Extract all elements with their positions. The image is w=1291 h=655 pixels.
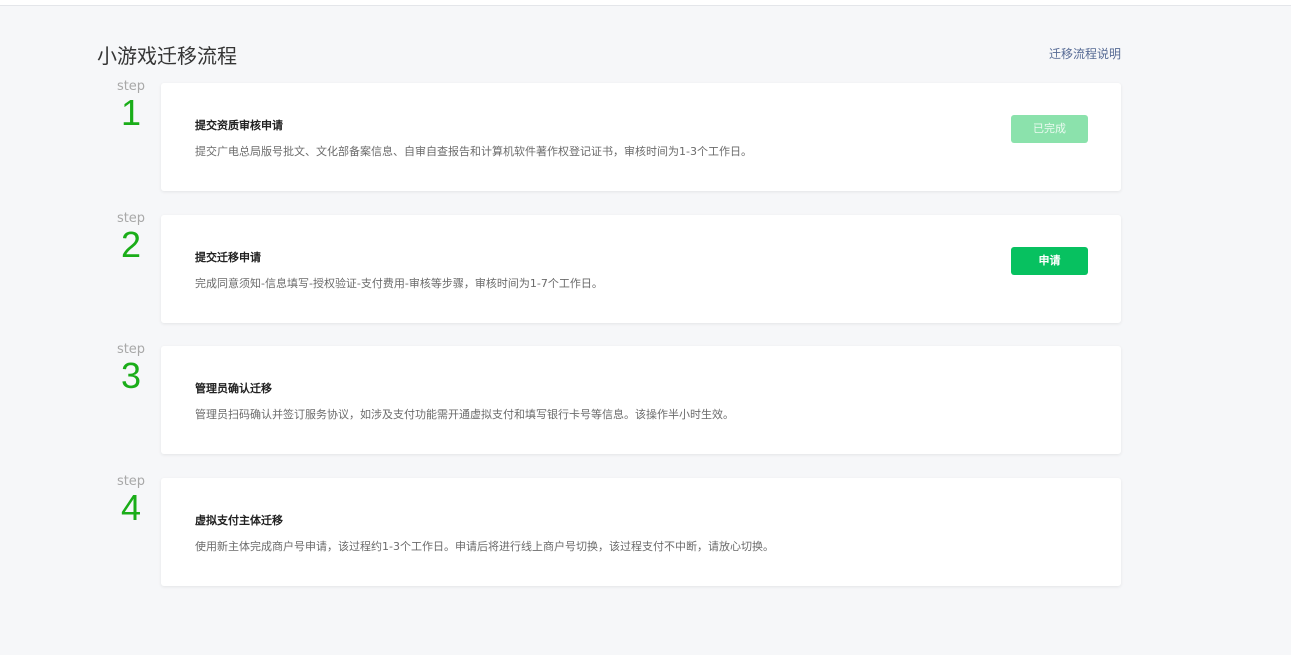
top-bar	[0, 0, 1291, 6]
step-card: 虚拟支付主体迁移 使用新主体完成商户号申请，该过程约1-3个工作日。申请后将进行…	[161, 478, 1121, 586]
page-title: 小游戏迁移流程	[97, 44, 237, 68]
completed-button[interactable]: 已完成	[1011, 115, 1088, 143]
step-number: 2	[120, 224, 142, 265]
step-title: 提交资质审核申请	[195, 119, 283, 132]
step-description: 管理员扫码确认并签订服务协议，如涉及支付功能需开通虚拟支付和填写银行卡号等信息。…	[195, 408, 734, 421]
step-number: 1	[120, 92, 142, 133]
step-card: 提交迁移申请 完成同意须知-信息填写-授权验证-支付费用-审核等步骤，审核时间为…	[161, 215, 1121, 323]
step-3: step 3 管理员确认迁移 管理员扫码确认并签订服务协议，如涉及支付功能需开通…	[100, 342, 1121, 454]
step-title: 管理员确认迁移	[195, 382, 272, 395]
step-4: step 4 虚拟支付主体迁移 使用新主体完成商户号申请，该过程约1-3个工作日…	[100, 474, 1121, 586]
step-description: 使用新主体完成商户号申请，该过程约1-3个工作日。申请后将进行线上商户号切换，该…	[195, 540, 774, 553]
step-1: step 1 提交资质审核申请 提交广电总局版号批文、文化部备案信息、自审自查报…	[100, 79, 1121, 191]
step-number: 3	[120, 355, 142, 396]
step-description: 提交广电总局版号批文、文化部备案信息、自审自查报告和计算机软件著作权登记证书，审…	[195, 145, 752, 158]
step-number: 4	[120, 487, 142, 528]
step-title: 虚拟支付主体迁移	[195, 514, 283, 527]
step-title: 提交迁移申请	[195, 251, 261, 264]
apply-button[interactable]: 申请	[1011, 247, 1088, 275]
step-description: 完成同意须知-信息填写-授权验证-支付费用-审核等步骤，审核时间为1-7个工作日…	[195, 277, 603, 290]
migration-help-link[interactable]: 迁移流程说明	[1049, 45, 1121, 62]
step-card: 管理员确认迁移 管理员扫码确认并签订服务协议，如涉及支付功能需开通虚拟支付和填写…	[161, 346, 1121, 454]
step-2: step 2 提交迁移申请 完成同意须知-信息填写-授权验证-支付费用-审核等步…	[100, 211, 1121, 323]
step-card: 提交资质审核申请 提交广电总局版号批文、文化部备案信息、自审自查报告和计算机软件…	[161, 83, 1121, 191]
